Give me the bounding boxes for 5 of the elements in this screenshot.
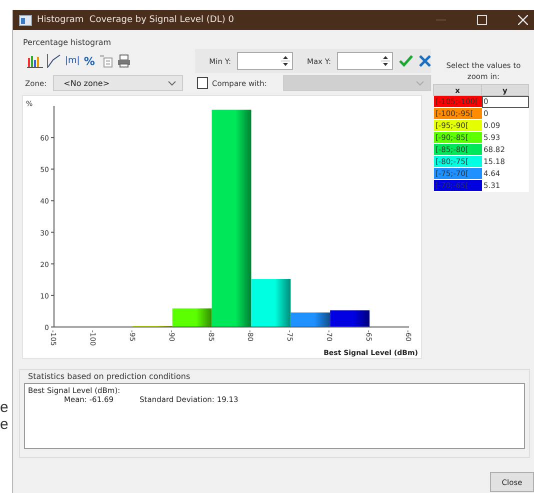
- window-title: Histogram Coverage by Signal Level (DL) 0: [37, 15, 234, 25]
- group-title: Percentage histogram: [22, 37, 112, 49]
- text-fragment: e: [0, 417, 10, 432]
- group-title: Statistics based on prediction conditions: [27, 371, 192, 383]
- text-fragment: e: [0, 400, 10, 415]
